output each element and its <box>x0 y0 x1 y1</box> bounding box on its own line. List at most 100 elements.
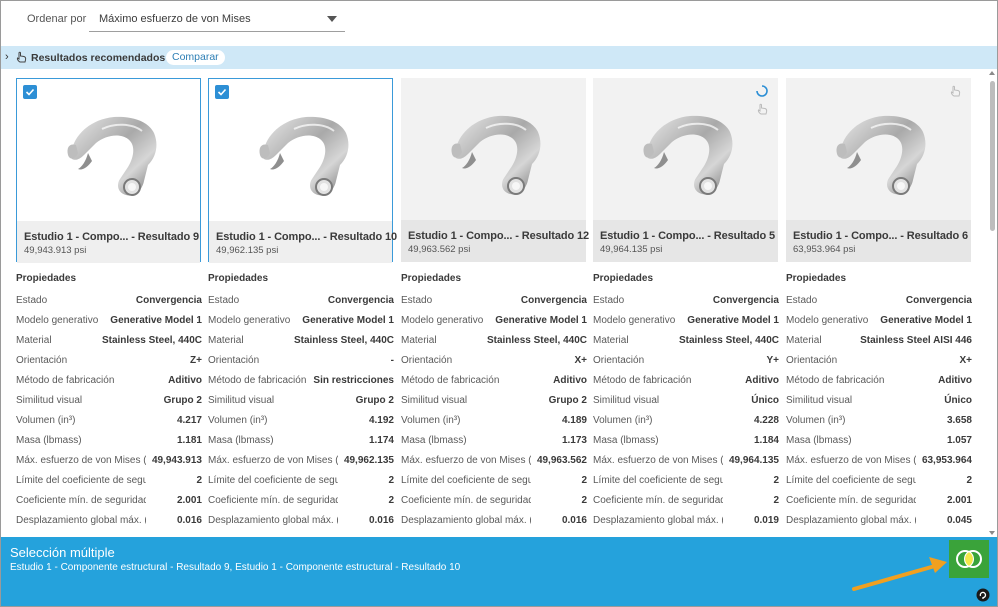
properties-heading: Propiedades <box>208 273 269 284</box>
property-label: Método de fabricación <box>16 375 115 386</box>
property-value: 49,964.135 <box>728 455 779 466</box>
vertical-scrollbar[interactable] <box>988 69 997 537</box>
property-value: 4.228 <box>753 415 779 426</box>
property-row: Modelo generativo Generative Model 1 <box>786 315 972 331</box>
property-label: Orientación <box>16 355 68 366</box>
result-thumbnail <box>209 79 392 221</box>
property-value: 1.181 <box>176 435 202 446</box>
property-row: Límite del coeficiente de seguridad 2 <box>401 475 587 491</box>
property-row: Orientación Z+ <box>16 355 202 371</box>
property-row: Similitud visual Único <box>786 395 972 411</box>
property-value: 2 <box>773 495 779 506</box>
property-value: 2 <box>581 495 587 506</box>
result-card[interactable]: Estudio 1 - Compo... - Resultado 10 49,96… <box>208 78 397 263</box>
property-value: 2 <box>196 475 202 486</box>
sort-dropdown[interactable]: Máximo esfuerzo de von Mises <box>89 6 345 32</box>
property-label: Límite del coeficiente de seguridad <box>208 475 338 486</box>
property-label: Orientación <box>401 355 453 366</box>
result-card[interactable]: Estudio 1 - Compo... - Resultado 6 63,953… <box>786 78 971 262</box>
property-value: Aditivo <box>745 375 779 386</box>
property-value: 1.184 <box>753 435 779 446</box>
property-row: Masa (lbmass) 1.057 <box>786 435 972 451</box>
scroll-up-arrow-icon[interactable] <box>989 71 995 75</box>
property-label: Desplazamiento global máx. (in) <box>786 515 916 526</box>
property-label: Similitud visual <box>16 395 83 406</box>
property-value: Convergencia <box>905 295 972 306</box>
property-value: 0.016 <box>368 515 394 526</box>
property-label: Volumen (in³) <box>786 415 846 426</box>
property-value: Aditivo <box>938 375 972 386</box>
property-row: Orientación - <box>208 355 394 371</box>
property-value: 0.016 <box>176 515 202 526</box>
property-label: Material <box>401 335 437 346</box>
property-row: Desplazamiento global máx. (in) 0.019 <box>593 515 779 531</box>
card-value: 49,962.135 psi <box>216 245 279 256</box>
property-value: Stainless Steel, 440C <box>678 335 779 346</box>
property-value: Grupo 2 <box>355 395 394 406</box>
hand-icon[interactable] <box>949 84 963 98</box>
property-label: Desplazamiento global máx. (in) <box>16 515 146 526</box>
property-value: Convergencia <box>327 295 394 306</box>
property-value: 0.016 <box>561 515 587 526</box>
property-row: Modelo generativo Generative Model 1 <box>401 315 587 331</box>
compare-selected-button[interactable] <box>949 540 989 578</box>
property-label: Método de fabricación <box>786 375 885 386</box>
property-label: Similitud visual <box>208 395 275 406</box>
status-icons <box>756 84 770 121</box>
property-value: 3.658 <box>946 415 972 426</box>
result-card[interactable]: Estudio 1 - Compo... - Resultado 12 49,96… <box>401 78 589 262</box>
property-value: Único <box>751 395 779 406</box>
scroll-thumb[interactable] <box>990 81 995 231</box>
property-value: Convergencia <box>135 295 202 306</box>
property-row: Volumen (in³) 4.189 <box>401 415 587 431</box>
property-row: Método de fabricación Sin restricciones <box>208 375 394 391</box>
property-value: 1.173 <box>561 435 587 446</box>
help-icon[interactable] <box>976 588 990 602</box>
property-row: Volumen (in³) 4.217 <box>16 415 202 431</box>
hand-icon[interactable] <box>756 102 770 116</box>
card-checkbox[interactable] <box>215 85 229 99</box>
property-value: Generative Model 1 <box>110 315 202 326</box>
result-thumbnail <box>593 78 778 220</box>
property-row: Estado Convergencia <box>208 295 394 311</box>
property-label: Estado <box>593 295 625 306</box>
property-label: Desplazamiento global máx. (in) <box>401 515 531 526</box>
property-row: Coeficiente mín. de seguridad 2 <box>208 495 394 511</box>
property-row: Masa (lbmass) 1.184 <box>593 435 779 451</box>
scroll-down-arrow-icon[interactable] <box>989 531 995 535</box>
property-label: Masa (lbmass) <box>593 435 659 446</box>
property-value: Y+ <box>766 355 779 366</box>
part-image <box>62 111 167 208</box>
check-icon <box>217 88 227 96</box>
part-image <box>638 110 743 207</box>
property-value: Generative Model 1 <box>687 315 779 326</box>
property-label: Material <box>208 335 244 346</box>
property-value: 1.057 <box>946 435 972 446</box>
property-label: Modelo generativo <box>16 315 99 326</box>
card-checkbox[interactable] <box>23 85 37 99</box>
compare-button[interactable]: Comparar <box>166 50 225 65</box>
property-label: Similitud visual <box>786 395 853 406</box>
property-row: Límite del coeficiente de seguridad 2 <box>593 475 779 491</box>
property-value: 0.019 <box>753 515 779 526</box>
property-label: Volumen (in³) <box>593 415 653 426</box>
property-row: Modelo generativo Generative Model 1 <box>208 315 394 331</box>
chevron-right-icon[interactable]: › <box>5 51 9 63</box>
status-icons <box>949 84 963 103</box>
card-value: 49,964.135 psi <box>600 244 663 255</box>
result-card[interactable]: Estudio 1 - Compo... - Resultado 5 49,964… <box>593 78 778 262</box>
property-label: Estado <box>786 295 818 306</box>
property-label: Modelo generativo <box>401 315 484 326</box>
property-row: Material Stainless Steel AISI 446 <box>786 335 972 351</box>
property-label: Orientación <box>786 355 838 366</box>
card-title: Estudio 1 - Compo... - Resultado 5 <box>600 230 776 242</box>
card-info: Estudio 1 - Compo... - Resultado 12 49,96… <box>401 220 589 262</box>
property-row: Estado Convergencia <box>16 295 202 311</box>
property-label: Coeficiente mín. de seguridad <box>16 495 146 506</box>
property-row: Método de fabricación Aditivo <box>593 375 779 391</box>
property-label: Coeficiente mín. de seguridad <box>208 495 338 506</box>
property-row: Máx. esfuerzo de von Mises (... 49,963.56… <box>401 455 587 471</box>
result-card[interactable]: Estudio 1 - Compo... - Resultado 9 49,943… <box>16 78 201 263</box>
sort-bar: Ordenar por Máximo esfuerzo de von Mises <box>1 1 997 46</box>
card-info: Estudio 1 - Compo... - Resultado 9 49,943… <box>17 221 200 263</box>
